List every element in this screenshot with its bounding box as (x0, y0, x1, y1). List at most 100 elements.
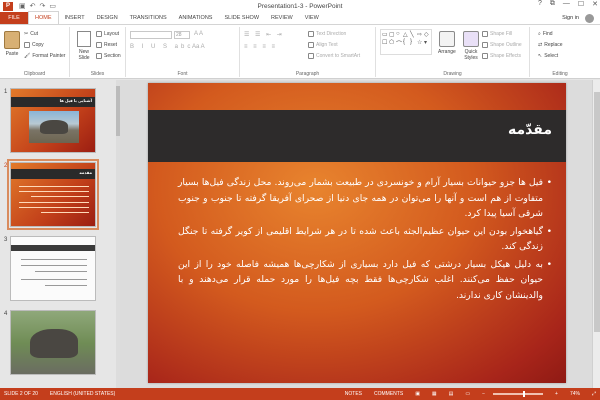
layout-button[interactable]: Layout (96, 31, 119, 37)
slide-thumbnails-panel: 1 آشنایی با فیل ها 2 مقدمه 3 4 (0, 80, 120, 388)
slide-thumbnail-2[interactable]: مقدمه (7, 159, 99, 230)
cut-label: Cut (30, 31, 38, 37)
status-right: NOTES COMMENTS ▣ ▦ ▤ ▭ − + 74% ⤢ (341, 391, 600, 397)
bullet-item: گیاهخوار بودن این حیوان عظیم‌الجثه باعث … (178, 224, 552, 255)
redo-icon[interactable]: ↷ (40, 2, 46, 10)
list-buttons[interactable]: ☰ ☰ ⇤ ⇥ (244, 31, 284, 38)
thumbnail-title-bar (11, 245, 95, 251)
font-color-button[interactable]: Aa A (192, 44, 205, 50)
align-text-button[interactable]: Align Text (308, 42, 338, 48)
tab-transitions[interactable]: TRANSITIONS (124, 12, 173, 24)
search-icon: ⌕ (538, 31, 541, 37)
format-painter-label: Format Painter (32, 53, 66, 59)
tab-animations[interactable]: ANIMATIONS (173, 12, 219, 24)
quick-styles-button[interactable]: Quick Styles (460, 31, 482, 61)
tab-insert[interactable]: INSERT (59, 12, 91, 24)
tab-home[interactable]: HOME (28, 11, 59, 24)
layout-icon (96, 31, 102, 37)
font-name-combo[interactable] (130, 31, 172, 39)
font-style-buttons[interactable]: B I U S abc (130, 44, 193, 50)
shape-outline-button[interactable]: Shape Outline (482, 42, 522, 48)
editing-group-label: Editing (552, 71, 568, 77)
new-slide-icon (77, 31, 91, 47)
current-slide[interactable]: مقدّمه فیل ها جزو حیوانات بسیار آرام و خ… (148, 83, 566, 383)
slide-thumbnail-3[interactable] (10, 236, 96, 301)
align-text-icon (308, 42, 314, 48)
shape-effects-label: Shape Effects (490, 53, 522, 59)
slideshow-icon[interactable]: ▭ (49, 2, 56, 10)
font-size-combo[interactable]: 28 (174, 31, 190, 39)
shape-fill-button[interactable]: Shape Fill (482, 31, 512, 37)
align-buttons[interactable]: ≡ ≡ ≡ ≡ (244, 44, 277, 50)
slideshow-view-icon[interactable]: ▭ (465, 391, 470, 397)
section-button[interactable]: Section (96, 53, 121, 59)
find-button[interactable]: ⌕ Find (538, 31, 553, 37)
minimize-button[interactable]: — (563, 0, 570, 8)
text-line (19, 207, 89, 208)
tab-file[interactable]: FILE (0, 12, 28, 24)
copy-button[interactable]: Copy (24, 42, 44, 48)
avatar-icon[interactable] (585, 13, 594, 23)
arrange-button[interactable]: Arrange (438, 31, 456, 55)
slide-thumbnail-4[interactable] (10, 310, 96, 375)
grow-shrink-font[interactable]: A A (194, 31, 203, 37)
scrollbar-knob[interactable] (594, 92, 600, 332)
comments-button[interactable]: COMMENTS (374, 391, 403, 397)
zoom-slider[interactable] (493, 391, 544, 397)
shapes-gallery[interactable]: ▭ ▢ ○ △ ╲ ⇨ ◇ ☐ ⬠ ⌒{} ☆ ▾ (380, 29, 432, 55)
format-painter-button[interactable]: 🖌 Format Painter (24, 53, 65, 59)
slide-counter: SLIDE 2 OF 20 (4, 391, 38, 397)
bullet-item: به دلیل هیکل بسیار درشتی که فیل دارد بسی… (178, 257, 552, 304)
cut-button[interactable]: ✂ Cut (24, 31, 38, 37)
tab-slide-show[interactable]: SLIDE SHOW (218, 12, 265, 24)
new-slide-button[interactable]: New Slide (73, 31, 95, 61)
maximize-button[interactable]: ☐ (578, 0, 584, 8)
thumbnail-row: 2 مقدمه (0, 159, 120, 230)
tab-design[interactable]: DESIGN (91, 12, 124, 24)
thumbnail-number: 3 (4, 237, 8, 243)
font-group: 28 A A B I U S abc Aa A Font (126, 27, 240, 77)
fit-slide-icon[interactable]: ⤢ (592, 391, 596, 397)
zoom-out-button[interactable]: − (482, 391, 485, 397)
slide-body-text[interactable]: فیل ها جزو حیوانات بسیار آرام و خونسردی … (178, 175, 552, 305)
close-button[interactable]: ✕ (592, 0, 598, 8)
notes-button[interactable]: NOTES (345, 391, 362, 397)
help-button[interactable]: ? (538, 0, 542, 8)
tab-review[interactable]: REVIEW (265, 12, 299, 24)
editing-group: ⌕ Find ⇄ Replace ↖ Select Editing (530, 27, 590, 77)
powerpoint-icon: P (3, 1, 13, 11)
section-icon (96, 53, 102, 59)
text-direction-button[interactable]: Text Direction (308, 31, 346, 37)
find-label: Find (542, 31, 553, 37)
text-line (21, 265, 87, 266)
replace-button[interactable]: ⇄ Replace (538, 42, 563, 48)
align-text-label: Align Text (316, 42, 338, 48)
reading-view-icon[interactable]: ▤ (449, 391, 454, 397)
text-line (19, 186, 89, 187)
paste-icon (4, 31, 20, 49)
undo-icon[interactable]: ↶ (30, 2, 36, 10)
tab-view[interactable]: VIEW (299, 12, 325, 24)
ribbon-display-button[interactable]: ⧉ (550, 0, 555, 8)
zoom-in-button[interactable]: + (555, 391, 558, 397)
text-line (19, 202, 89, 203)
save-icon[interactable]: ▣ (19, 2, 26, 10)
smartart-button[interactable]: Convert to SmartArt (308, 53, 360, 59)
zoom-level[interactable]: 74% (570, 391, 580, 397)
shape-effects-button[interactable]: Shape Effects (482, 53, 521, 59)
normal-view-icon[interactable]: ▣ (415, 391, 420, 397)
slide-thumbnail-1[interactable]: آشنایی با فیل ها (10, 88, 96, 153)
replace-label: Replace (544, 42, 563, 48)
paragraph-group-label: Paragraph (295, 71, 320, 77)
brush-icon: 🖌 (24, 53, 31, 59)
sign-in[interactable]: Sign in (562, 12, 600, 24)
window-controls: ? ⧉ — ☐ ✕ (538, 0, 598, 8)
paste-button[interactable]: Paste (4, 31, 20, 57)
select-button[interactable]: ↖ Select (538, 53, 558, 59)
sign-in-label[interactable]: Sign in (562, 12, 579, 24)
slide-scrollbar[interactable] (592, 80, 600, 388)
slide-sorter-icon[interactable]: ▦ (432, 391, 437, 397)
language-indicator[interactable]: ENGLISH (UNITED STATES) (50, 391, 115, 397)
reset-button[interactable]: Reset (96, 42, 117, 48)
slide-title[interactable]: مقدّمه (508, 122, 552, 138)
